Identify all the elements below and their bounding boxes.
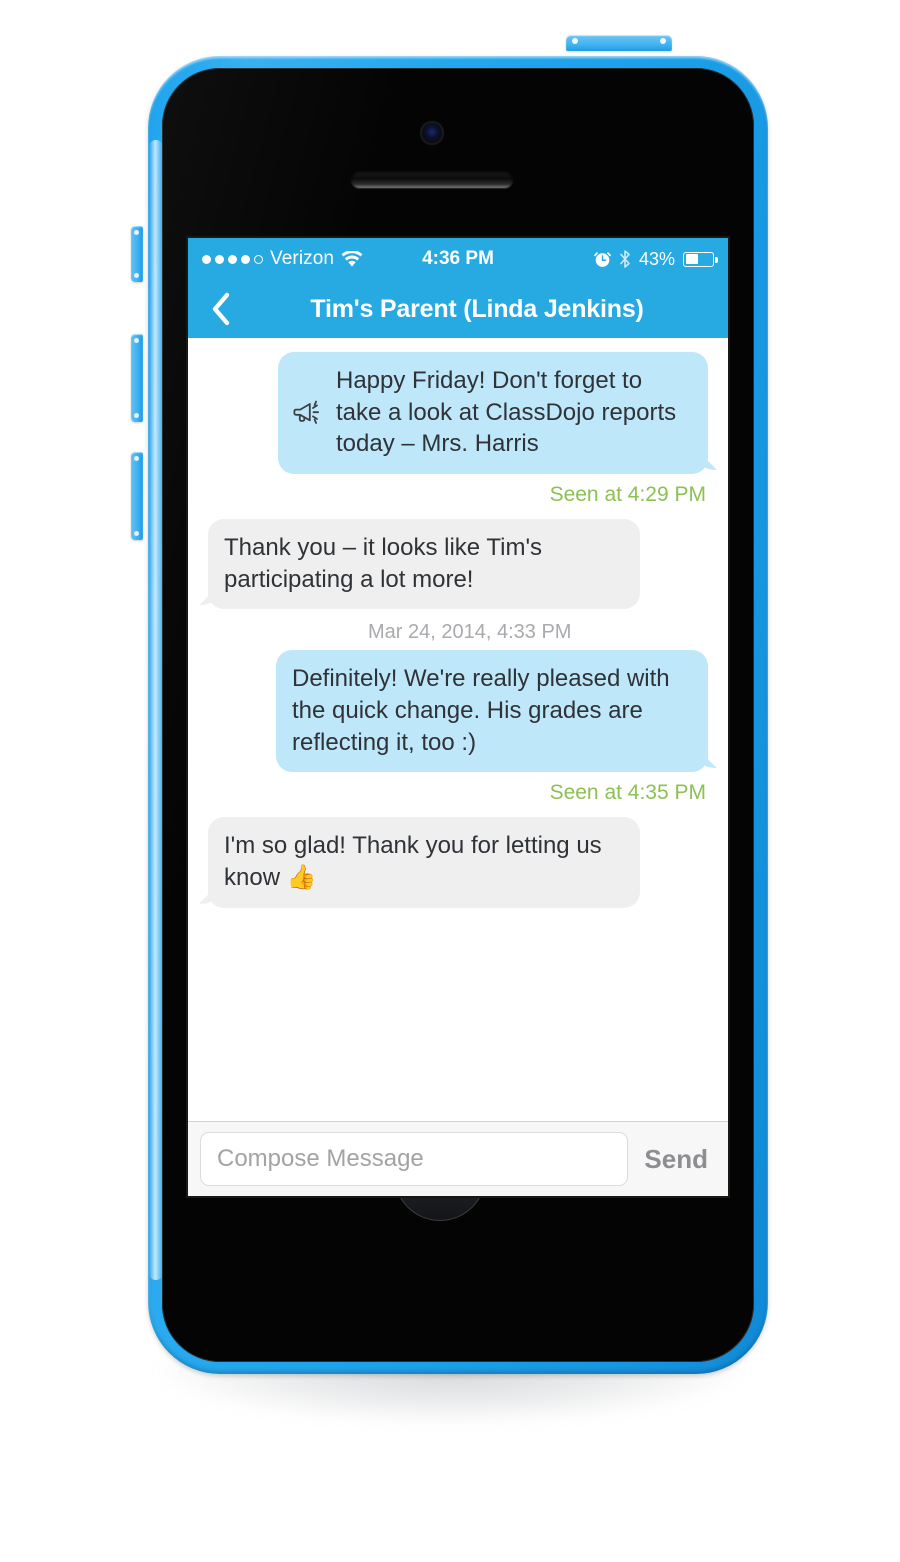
volume-down-button[interactable] [131, 452, 143, 540]
send-button[interactable]: Send [638, 1144, 716, 1175]
read-receipt: Seen at 4:29 PM [549, 483, 706, 507]
conversation-timestamp: Mar 24, 2014, 4:33 PM [368, 621, 572, 644]
megaphone-icon [292, 397, 324, 429]
wifi-icon [341, 250, 363, 268]
status-bar-right: 43% [594, 248, 718, 270]
chevron-left-icon [210, 292, 232, 326]
message-bubble-outgoing[interactable]: Happy Friday! Don't forget to take a loo… [278, 352, 708, 475]
phone-device: Verizon 4:36 PM 43% Tim's Parent (Linda … [131, 35, 768, 1424]
bluetooth-icon [619, 250, 631, 268]
silent-switch[interactable] [131, 226, 143, 282]
page-title: Tim's Parent (Linda Jenkins) [310, 294, 644, 323]
phone-screen: Verizon 4:36 PM 43% Tim's Parent (Linda … [188, 238, 728, 1196]
message-row: I'm so glad! Thank you for letting us kn… [200, 817, 716, 908]
message-row: Thank you – it looks like Tim's particip… [200, 519, 716, 610]
message-text: Happy Friday! Don't forget to take a loo… [336, 367, 677, 458]
status-bar-left: Verizon [202, 248, 363, 270]
compose-message-input[interactable] [200, 1132, 629, 1186]
back-button[interactable] [200, 288, 242, 330]
message-bubble-incoming[interactable]: Thank you – it looks like Tim's particip… [208, 519, 640, 610]
conversation-thread[interactable]: Happy Friday! Don't forget to take a loo… [188, 338, 728, 1121]
message-bubble-outgoing[interactable]: Definitely! We're really pleased with th… [276, 650, 708, 773]
message-bubble-incoming[interactable]: I'm so glad! Thank you for letting us kn… [208, 817, 640, 908]
battery-icon [683, 251, 718, 267]
earpiece-speaker [351, 171, 513, 188]
camera-lens [422, 123, 442, 143]
status-bar: Verizon 4:36 PM 43% [188, 238, 728, 280]
signal-strength-icon [202, 254, 263, 264]
read-receipt: Seen at 4:35 PM [549, 781, 706, 805]
power-button[interactable] [566, 35, 672, 51]
compose-bar: Send [188, 1121, 728, 1196]
message-row: Happy Friday! Don't forget to take a loo… [200, 352, 716, 475]
volume-up-button[interactable] [131, 334, 143, 422]
message-row: Definitely! We're really pleased with th… [200, 650, 716, 773]
carrier-label: Verizon [270, 248, 335, 269]
battery-percent-label: 43% [638, 248, 675, 269]
alarm-clock-icon [594, 251, 611, 268]
navigation-bar: Tim's Parent (Linda Jenkins) [188, 280, 728, 338]
